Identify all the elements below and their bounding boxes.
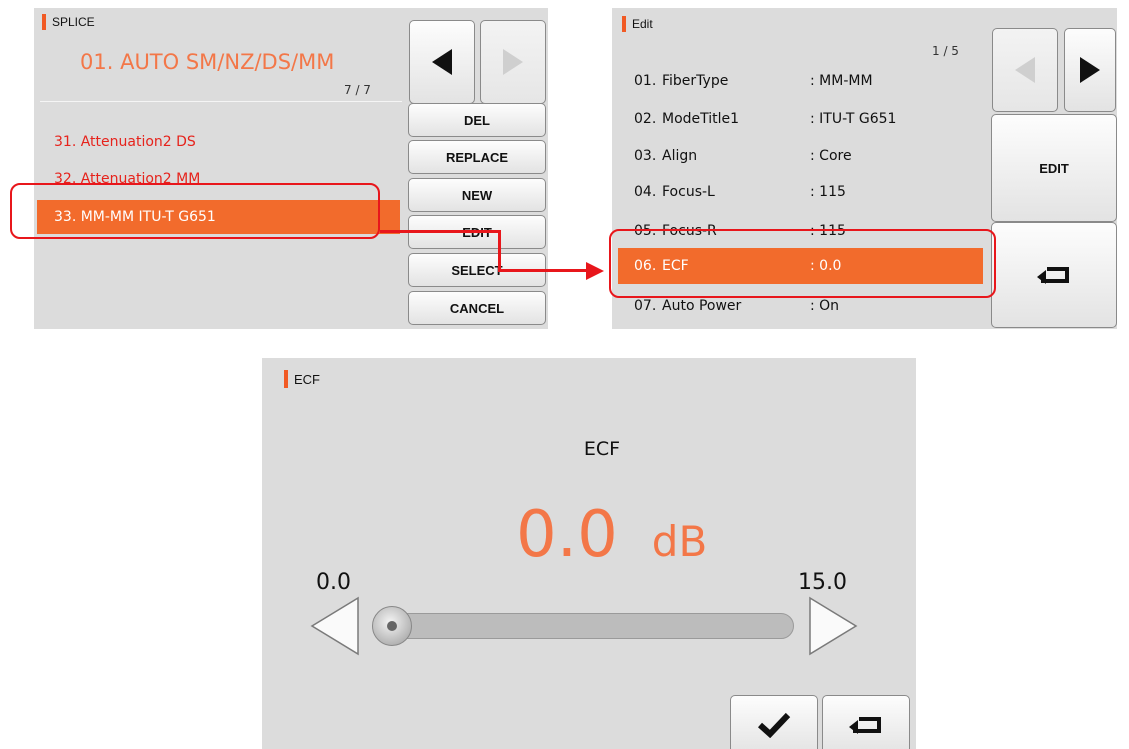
title-marker [284, 370, 288, 388]
row-name: Auto Power [662, 298, 742, 314]
ecf-heading: ECF [583, 438, 621, 460]
arrow-right-icon [503, 49, 523, 75]
cancel-button[interactable]: CANCEL [408, 291, 546, 325]
ecf-value-display: 0.0 dB [516, 498, 707, 572]
back-button[interactable] [822, 695, 910, 749]
return-icon [849, 717, 881, 734]
row-number: 02. [634, 111, 657, 127]
title-marker [622, 16, 626, 32]
slider-max-label: 15.0 [798, 570, 847, 595]
ecf-title: ECF [294, 371, 320, 387]
arrow-left-icon [310, 596, 359, 656]
row-number: 03. [634, 148, 657, 164]
arrow-left-icon [1015, 57, 1035, 83]
connector-line [498, 230, 501, 272]
highlight-ecf-row [609, 229, 996, 298]
splice-title-bar: SPLICE [42, 14, 95, 30]
list-item[interactable]: 31. Attenuation2 DS [54, 134, 196, 150]
mode-name: 01. AUTO SM/NZ/DS/MM [80, 50, 335, 74]
row-number: 01. [634, 73, 657, 89]
row-value: : ITU-T G651 [810, 111, 897, 127]
decrease-button[interactable] [310, 596, 360, 656]
header-divider [40, 101, 402, 102]
arrow-right-icon [1080, 57, 1100, 83]
connector-line [380, 230, 500, 233]
arrow-right-icon [809, 596, 858, 656]
checkmark-icon [757, 712, 791, 738]
row-name: FiberType [662, 73, 729, 89]
row-number: 07. [634, 298, 657, 314]
del-button[interactable]: DEL [408, 103, 546, 137]
row-name: Focus-L [662, 184, 715, 200]
edit-title: Edit [632, 17, 653, 31]
slider-thumb[interactable] [372, 606, 412, 646]
edit-title-bar: Edit [622, 16, 653, 32]
title-marker [42, 14, 46, 30]
slider-track[interactable] [374, 613, 794, 639]
ecf-unit: dB [651, 517, 708, 566]
increase-button[interactable] [808, 596, 858, 656]
ecf-value: 0.0 [516, 498, 618, 572]
confirm-button[interactable] [730, 695, 818, 749]
ecf-title-bar: ECF [284, 370, 320, 388]
next-page-button[interactable] [1064, 28, 1116, 112]
splice-page-indicator: 7 / 7 [344, 83, 371, 97]
back-button[interactable] [991, 222, 1117, 328]
prev-page-button[interactable] [409, 20, 475, 104]
edit-page-indicator: 1 / 5 [932, 44, 959, 58]
row-value: : Core [810, 148, 852, 164]
row-value: : MM-MM [810, 73, 873, 89]
return-icon [1037, 267, 1069, 284]
arrow-left-icon [432, 49, 452, 75]
edit-param-button[interactable]: EDIT [991, 114, 1117, 222]
next-page-button[interactable] [480, 20, 546, 104]
highlight-selected-item [10, 183, 380, 239]
row-name: Align [662, 148, 698, 164]
connector-line [498, 269, 590, 272]
splice-panel: SPLICE 01. AUTO SM/NZ/DS/MM 7 / 7 31. At… [34, 8, 548, 329]
connector-arrowhead-icon [586, 262, 604, 280]
splice-title: SPLICE [52, 15, 95, 29]
thumb-dot [387, 621, 397, 631]
new-button[interactable]: NEW [408, 178, 546, 212]
row-name: ModeTitle1 [662, 111, 740, 127]
row-value: : 115 [810, 184, 846, 200]
prev-page-button[interactable] [992, 28, 1058, 112]
row-value: : On [810, 298, 840, 314]
replace-button[interactable]: REPLACE [408, 140, 546, 174]
row-number: 04. [634, 184, 657, 200]
ecf-panel: ECF ECF 0.0 dB 0.0 15.0 [262, 358, 916, 749]
slider-min-label: 0.0 [316, 570, 351, 595]
